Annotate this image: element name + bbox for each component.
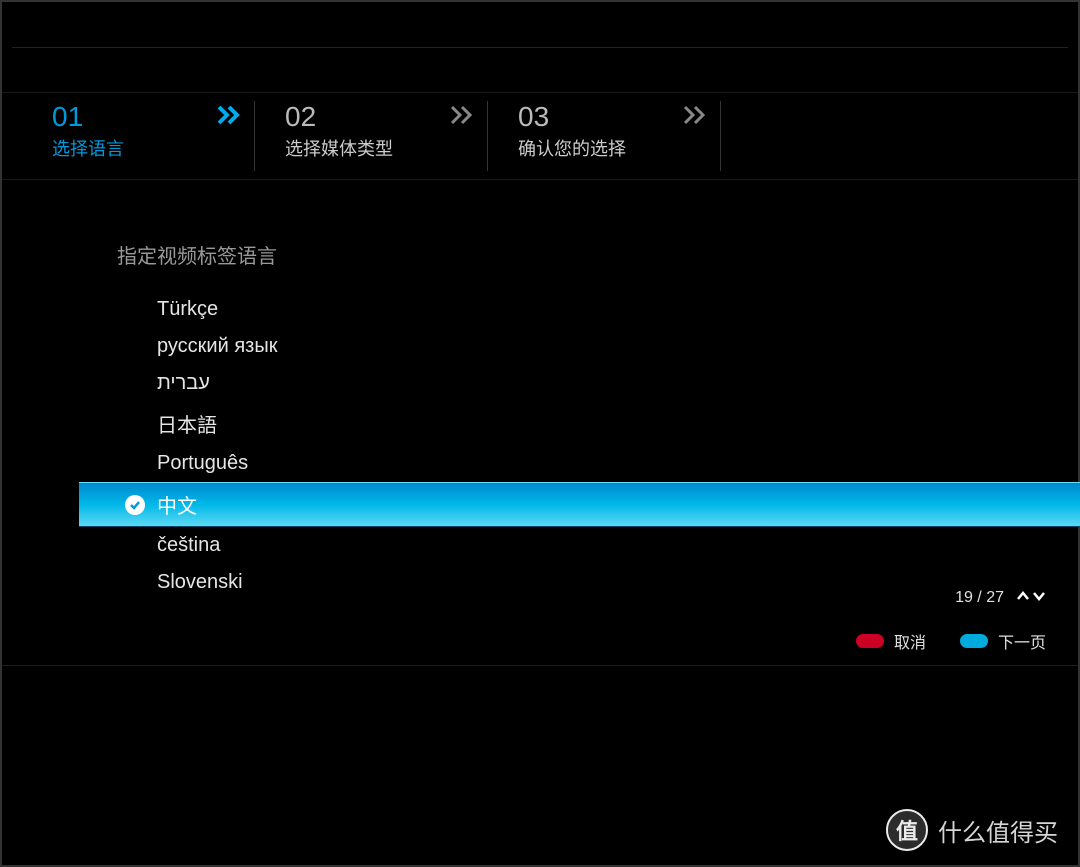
cancel-button[interactable]: 取消 — [856, 629, 926, 653]
watermark-text: 什么值得买 — [938, 813, 1058, 848]
chevron-right-icon — [450, 103, 478, 132]
language-option-portuguese[interactable]: Português — [117, 445, 1078, 482]
language-list: Türkçe русский язык עברית 日本語 Português … — [117, 291, 1078, 601]
watermark-logo-icon: 值 — [886, 809, 928, 851]
content-heading: 指定视频标签语言 — [117, 240, 1078, 269]
language-option-chinese[interactable]: 中文 — [79, 482, 1080, 527]
language-option-russian[interactable]: русский язык — [117, 328, 1078, 365]
step-2[interactable]: 02 选择媒体类型 — [255, 93, 488, 179]
step-1[interactable]: 01 选择语言 — [22, 93, 255, 179]
step-3-number: 03 — [518, 101, 691, 133]
red-pill-icon — [856, 634, 884, 648]
wizard-steps: 01 选择语言 02 选择媒体类型 03 确认您的选择 — [2, 92, 1078, 180]
page-count: 19 / 27 — [955, 589, 1004, 607]
step-3-label: 确认您的选择 — [518, 135, 691, 161]
pagination: 19 / 27 — [856, 589, 1046, 607]
language-option-japanese[interactable]: 日本語 — [117, 402, 1078, 445]
action-buttons: 取消 下一页 — [856, 629, 1046, 653]
chevron-right-icon — [217, 103, 245, 132]
chevron-right-icon — [683, 103, 711, 132]
language-option-turkce[interactable]: Türkçe — [117, 291, 1078, 328]
page-down-button[interactable] — [1032, 589, 1046, 607]
language-label: 中文 — [157, 496, 197, 518]
cancel-label: 取消 — [894, 629, 926, 653]
bottom-glow — [2, 665, 1078, 805]
language-option-hebrew[interactable]: עברית — [117, 365, 1078, 402]
window-top-border — [12, 12, 1068, 48]
language-option-czech[interactable]: čeština — [117, 527, 1078, 564]
step-divider — [720, 101, 721, 171]
next-label: 下一页 — [998, 629, 1046, 653]
watermark: 值 什么值得买 — [886, 809, 1058, 851]
step-2-number: 02 — [285, 101, 458, 133]
page-up-button[interactable] — [1016, 589, 1030, 607]
step-2-label: 选择媒体类型 — [285, 135, 458, 161]
step-3[interactable]: 03 确认您的选择 — [488, 93, 721, 179]
content-area: 指定视频标签语言 Türkçe русский язык עברית 日本語 P… — [2, 180, 1078, 601]
blue-pill-icon — [960, 634, 988, 648]
footer-controls: 19 / 27 取消 下一页 — [856, 589, 1046, 653]
step-1-label: 选择语言 — [52, 135, 225, 161]
step-1-number: 01 — [52, 101, 225, 133]
check-circle-icon — [125, 495, 145, 515]
next-button[interactable]: 下一页 — [960, 629, 1046, 653]
